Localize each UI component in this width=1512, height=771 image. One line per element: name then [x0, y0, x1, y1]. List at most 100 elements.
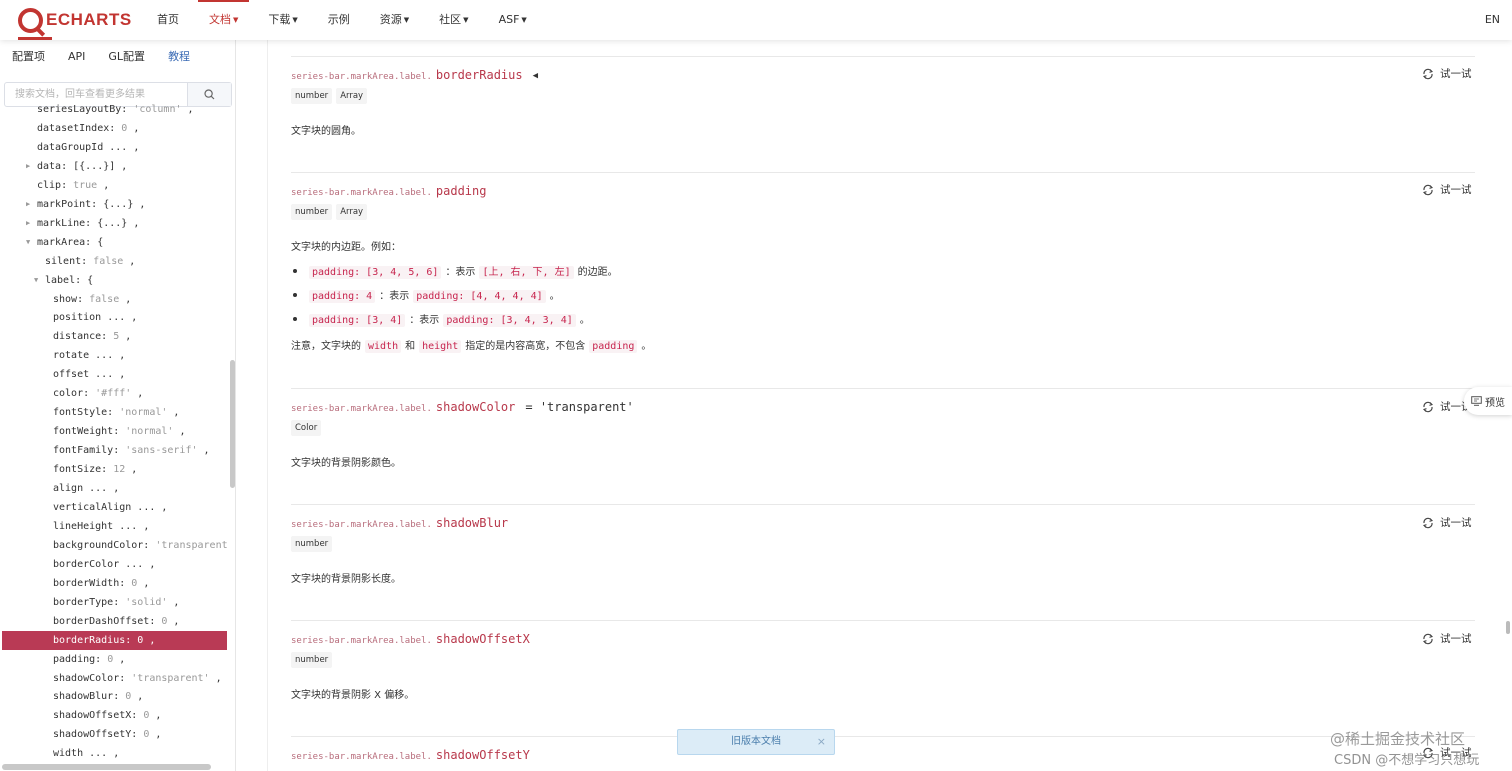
- property-name[interactable]: shadowBlur: [436, 516, 508, 530]
- caret-down-icon: ▼: [403, 16, 410, 24]
- refresh-icon: [1422, 68, 1434, 79]
- nav-item-6[interactable]: ASF ▼: [488, 0, 538, 40]
- old-doc-label: 旧版本文档: [731, 736, 781, 747]
- tree-item[interactable]: shadowColor: 'transparent' ,: [0, 669, 228, 688]
- sidebar-tab-0[interactable]: 配置项: [12, 48, 45, 64]
- property-description: 文字块的背景阴影 X 偏移。: [291, 690, 415, 701]
- property-description: 文字块的圆角。: [291, 126, 361, 137]
- tree-item[interactable]: show: false ,: [0, 290, 228, 309]
- property-description: 文字块的背景阴影颜色。: [291, 458, 401, 469]
- property-name[interactable]: shadowColor: [436, 400, 515, 414]
- caret-down-icon[interactable]: ▼: [26, 233, 30, 252]
- tree-item[interactable]: fontWeight: 'normal' ,: [0, 422, 228, 441]
- tree-item[interactable]: borderDashOffset: 0 ,: [0, 612, 228, 631]
- tree-item[interactable]: datasetIndex: 0 ,: [0, 119, 228, 138]
- language-switch[interactable]: EN: [1485, 0, 1500, 40]
- caret-right-icon[interactable]: ▶: [26, 214, 30, 233]
- tree-item[interactable]: dataGroupId ... ,: [0, 138, 228, 157]
- tree-item[interactable]: borderWidth: 0 ,: [0, 574, 228, 593]
- sidebar-tab-1[interactable]: API: [68, 50, 85, 63]
- tree-item-value: false: [93, 255, 124, 267]
- tree-item[interactable]: offset ... ,: [0, 365, 228, 384]
- nav-item-label: 首页: [157, 13, 179, 26]
- nav-item-0[interactable]: 首页: [146, 0, 190, 40]
- nav-item-3[interactable]: 示例: [317, 0, 361, 40]
- tree-item[interactable]: position ... ,: [0, 308, 228, 327]
- tree-item[interactable]: shadowOffsetY: 0 ,: [0, 725, 228, 744]
- tree-item[interactable]: seriesLayoutBy: 'column' ,: [0, 100, 228, 119]
- property-name[interactable]: shadowOffsetY: [436, 748, 530, 762]
- try-button[interactable]: 试一试: [1422, 515, 1472, 530]
- bullet-text: ：表示: [445, 267, 476, 278]
- property-path-prefix[interactable]: series-bar.markArea.label.: [291, 188, 432, 198]
- caret-right-icon[interactable]: ▶: [26, 157, 30, 176]
- tree-item[interactable]: align ... ,: [0, 479, 228, 498]
- caret-down-icon: ▼: [292, 16, 298, 24]
- preview-label: 预览: [1485, 397, 1505, 409]
- property-path-prefix[interactable]: series-bar.markArea.label.: [291, 72, 432, 82]
- tree-item[interactable]: borderType: 'solid' ,: [0, 593, 228, 612]
- close-icon[interactable]: ×: [817, 730, 826, 754]
- tree-item[interactable]: ▼ markArea: {: [0, 233, 228, 252]
- tree-item-suffix: ,: [209, 672, 222, 684]
- nav-item-2[interactable]: 下载 ▼: [257, 0, 308, 40]
- sidebar-tab-2[interactable]: GL配置: [108, 48, 145, 64]
- main-scrollbar[interactable]: [1506, 621, 1510, 634]
- property-path-prefix[interactable]: series-bar.markArea.label.: [291, 636, 432, 646]
- tree-item[interactable]: backgroundColor: 'transparent': [0, 536, 228, 555]
- tree-item-suffix: ,: [125, 312, 138, 324]
- tree-item[interactable]: silent: false ,: [0, 252, 228, 271]
- caret-right-icon[interactable]: ▶: [26, 195, 30, 214]
- property-name[interactable]: borderRadius: [436, 68, 523, 82]
- try-button[interactable]: 试一试: [1422, 182, 1472, 197]
- tree-item[interactable]: width ... ,: [0, 744, 228, 763]
- tree-item[interactable]: color: '#fff' ,: [0, 384, 228, 403]
- tree-item[interactable]: padding: 0 ,: [0, 650, 228, 669]
- tree-item[interactable]: ▼ label: {: [0, 271, 228, 290]
- try-label: 试一试: [1440, 633, 1472, 645]
- property-path-prefix[interactable]: series-bar.markArea.label.: [291, 752, 432, 762]
- tree-item[interactable]: ▶ data: [{...}] ,: [0, 157, 228, 176]
- note-text: 注意，文字块的: [291, 341, 361, 352]
- tree-item[interactable]: distance: 5 ,: [0, 327, 228, 346]
- try-button[interactable]: 试一试: [1422, 631, 1472, 646]
- tree-item[interactable]: clip: true ,: [0, 176, 228, 195]
- sidebar-scrollbar-horizontal[interactable]: [2, 764, 211, 770]
- bullet-text: 。: [549, 291, 560, 302]
- inline-code: [上, 右, 下, 左]: [479, 266, 574, 279]
- bullet-text: ：表示: [379, 291, 410, 302]
- tree-item[interactable]: lineHeight ... ,: [0, 517, 228, 536]
- nav-item-1[interactable]: 文档 ▼: [198, 0, 250, 40]
- tree-item[interactable]: shadowOffsetX: 0 ,: [0, 706, 228, 725]
- tree-item[interactable]: verticalAlign ... ,: [0, 498, 228, 517]
- caret-down-icon[interactable]: ▼: [34, 271, 38, 290]
- tree-item[interactable]: borderRadius: 0 ,: [2, 630, 227, 650]
- tree-item-suffix: ,: [143, 634, 156, 646]
- nav-item-5[interactable]: 社区 ▼: [428, 0, 479, 40]
- sidebar-scrollbar-vertical[interactable]: [230, 360, 235, 488]
- tree-item-key: fontFamily:: [53, 445, 126, 457]
- tree-item[interactable]: fontSize: 12 ,: [0, 460, 228, 479]
- tree-item[interactable]: fontStyle: 'normal' ,: [0, 403, 228, 422]
- try-button[interactable]: 试一试: [1422, 66, 1472, 81]
- echarts-logo[interactable]: ECHARTS: [18, 7, 132, 33]
- tree-item[interactable]: ▶ markPoint: {...} ,: [0, 195, 228, 214]
- old-doc-banner[interactable]: 旧版本文档 ×: [677, 729, 835, 755]
- sidebar-tab-3[interactable]: 教程: [168, 48, 190, 64]
- tree-item[interactable]: fontFamily: 'sans-serif' ,: [0, 441, 228, 460]
- tree-item[interactable]: borderColor ... ,: [0, 555, 228, 574]
- tree-item-suffix: ,: [167, 407, 180, 419]
- tree-item[interactable]: rotate ... ,: [0, 346, 228, 365]
- caret-left-icon[interactable]: ◀: [533, 71, 538, 81]
- nav-item-4[interactable]: 资源 ▼: [369, 0, 420, 40]
- tree-item-value: ...: [109, 141, 128, 153]
- tree-item[interactable]: shadowBlur: 0 ,: [0, 687, 228, 706]
- property-name[interactable]: padding: [436, 184, 487, 198]
- property-path-prefix[interactable]: series-bar.markArea.label.: [291, 404, 432, 414]
- tree-item[interactable]: ▶ markLine: {...} ,: [0, 214, 228, 233]
- property-path-prefix[interactable]: series-bar.markArea.label.: [291, 520, 432, 530]
- property-name[interactable]: shadowOffsetX: [436, 632, 530, 646]
- preview-icon: [1471, 396, 1482, 406]
- preview-button[interactable]: 预览: [1464, 387, 1512, 415]
- tree-item-suffix: ,: [197, 445, 210, 457]
